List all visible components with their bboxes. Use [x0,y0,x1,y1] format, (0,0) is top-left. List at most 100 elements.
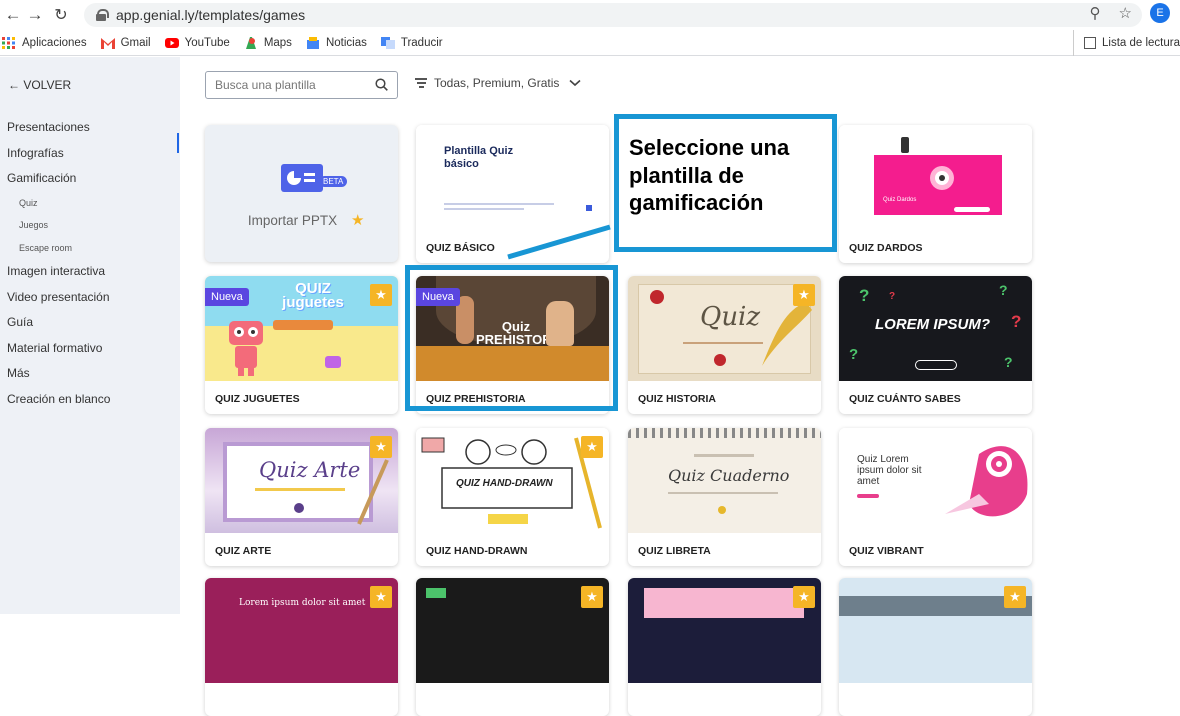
sidebar-subitem-escape-room[interactable]: Escape room [7,237,110,260]
bookmark-youtube[interactable]: YouTube [164,36,230,49]
sidebar-subitem-quiz[interactable]: Quiz [7,192,110,215]
template-card-quiz-juguetes[interactable]: QUIZ juguetes Nueva ★ QUIZ JUGUETES [205,276,398,414]
url-text: app.genial.ly/templates/games [116,7,306,23]
template-card-row4-1[interactable]: Lorem ipsum dolor sit amet ★ [205,578,398,716]
bookmark-label: Maps [263,36,292,49]
chevron-down-icon [569,79,581,87]
card-title: QUIZ LIBRETA [638,545,711,557]
card-title: QUIZ ARTE [215,545,272,557]
reading-list-icon [1084,37,1096,49]
card-title: QUIZ VIBRANT [849,545,924,557]
apps-grid-icon [2,36,16,49]
back-arrow-icon[interactable]: ← [2,4,24,26]
back-link[interactable]: ← VOLVER [8,78,71,92]
template-search [205,71,398,99]
thumb-title: Quiz [700,302,761,332]
bookmark-star-icon[interactable]: ☆ [1119,4,1132,22]
premium-star-icon: ★ [581,436,603,458]
filter-label: Todas, Premium, Gratis [434,76,560,90]
bookmark-label: Aplicaciones [22,36,87,49]
address-bar[interactable]: app.genial.ly/templates/games [84,3,1142,27]
thumb-title: QUIZ juguetes [282,280,344,312]
address-bar-actions: ⚲ ☆ E [1090,3,1170,23]
translate-icon [380,36,395,49]
premium-star-icon: ★ [1004,586,1026,608]
gmail-icon [100,37,115,49]
premium-star-icon: ★ [793,284,815,306]
sidebar-item-presentaciones[interactable]: Presentaciones [7,115,110,141]
card-title: QUIZ HAND-DRAWN [426,545,528,557]
sidebar-item-material-formativo[interactable]: Material formativo [7,336,110,362]
bookmark-label: Traducir [400,36,443,49]
thumbnail-quiz-cuanto-sabes: LOREM IPSUM? ? ? ? ? ? ? [839,276,1032,381]
template-card-quiz-arte[interactable]: Quiz Arte ★ QUIZ ARTE [205,428,398,566]
card-title: QUIZ JUGUETES [215,393,300,405]
template-card-quiz-dardos[interactable]: Quiz Dardos QUIZ DARDOS [839,125,1032,263]
profile-avatar[interactable]: E [1150,3,1170,23]
bookmark-maps[interactable]: Maps [244,36,292,49]
star-icon: ★ [351,212,365,229]
thumb-title: LOREM IPSUM? [875,316,990,333]
thumb-title: QUIZ HAND-DRAWN [456,478,553,489]
card-title: QUIZ HISTORIA [638,393,716,405]
sidebar-item-mas[interactable]: Más [7,361,110,387]
thumb-title: Plantilla Quiz básico [444,145,514,170]
quill-illustration [762,302,812,366]
paintbrush-illustration [357,459,389,525]
card-title: QUIZ DARDOS [849,242,923,254]
thumb-title: Quiz Lorem ipsum dolor sit amet [857,454,922,487]
zoom-icon[interactable]: ⚲ [1090,4,1101,22]
thumb-title: Lorem ipsum dolor sit amet [239,598,366,608]
template-card-quiz-historia[interactable]: Quiz ★ QUIZ HISTORIA [628,276,821,414]
template-card-quiz-hand-drawn[interactable]: QUIZ HAND-DRAWN ★ QUIZ HAND-DRAWN [416,428,609,566]
maps-icon [244,36,258,49]
callout-pointer [507,224,611,260]
search-icon[interactable] [375,78,388,91]
bookmark-label: YouTube [184,36,230,49]
bookmark-noticias[interactable]: Noticias [306,36,367,49]
template-card-row4-3[interactable]: ★ [628,578,821,716]
import-pptx-card[interactable]: BETA Importar PPTX ★ [205,125,398,262]
sidebar-item-gamificacion[interactable]: Gamificación [7,166,110,192]
template-card-quiz-cuanto-sabes[interactable]: LOREM IPSUM? ? ? ? ? ? ? QUIZ CUÁNTO SAB… [839,276,1032,414]
thumbnail-quiz-vibrant: Quiz Lorem ipsum dolor sit amet [839,428,1032,533]
template-card-quiz-libreta[interactable]: Quiz Cuaderno QUIZ LIBRETA [628,428,821,566]
template-card-row4-2[interactable]: ★ [416,578,609,716]
card-title: QUIZ CUÁNTO SABES [849,393,961,405]
news-icon [306,36,320,49]
sidebar-selection-indicator [177,133,179,153]
template-card-row4-4[interactable]: ★ [839,578,1032,716]
sidebar-item-infografias[interactable]: Infografías [7,141,110,167]
thumbnail-quiz-basico: Plantilla Quiz básico [416,125,609,230]
filter-dropdown[interactable]: Todas, Premium, Gratis [415,76,581,90]
premium-star-icon: ★ [581,586,603,608]
sidebar-item-imagen-interactiva[interactable]: Imagen interactiva [7,259,110,285]
bookmark-gmail[interactable]: Gmail [100,37,151,49]
sidebar-item-guia[interactable]: Guía [7,310,110,336]
premium-star-icon: ★ [370,586,392,608]
sidebar-item-creacion-en-blanco[interactable]: Creación en blanco [7,387,110,413]
reload-icon[interactable]: ↻ [50,4,72,26]
reading-list-label: Lista de lectura [1102,37,1180,49]
thumb-title: Quiz Dardos [883,197,917,203]
lock-icon [96,9,109,21]
card-title: QUIZ BÁSICO [426,242,495,254]
bookmark-apps[interactable]: Aplicaciones [2,36,87,49]
bookmark-label: Noticias [325,36,367,49]
target-illustration [945,446,1028,517]
dartboard-icon [930,166,954,190]
new-badge: Nueva [205,288,249,306]
bookmark-traducir[interactable]: Traducir [380,36,443,49]
search-input[interactable] [215,77,365,93]
reading-list[interactable]: Lista de lectura [1073,30,1180,56]
sidebar-subitem-juegos[interactable]: Juegos [7,214,110,237]
instruction-callout: Seleccione una plantilla de gamificación [614,114,837,252]
sidebar-item-video-presentacion[interactable]: Video presentación [7,285,110,311]
thumbnail-quiz-libreta: Quiz Cuaderno [628,428,821,533]
sidebar: ← VOLVER Presentaciones Infografías Gami… [0,57,180,614]
bookmarks-bar: Aplicaciones Gmail YouTube Maps Noticias… [0,30,1180,56]
template-card-quiz-vibrant[interactable]: Quiz Lorem ipsum dolor sit amet QUIZ VIB… [839,428,1032,566]
youtube-icon [164,37,179,49]
forward-arrow-icon[interactable]: → [24,4,46,26]
premium-star-icon: ★ [793,586,815,608]
